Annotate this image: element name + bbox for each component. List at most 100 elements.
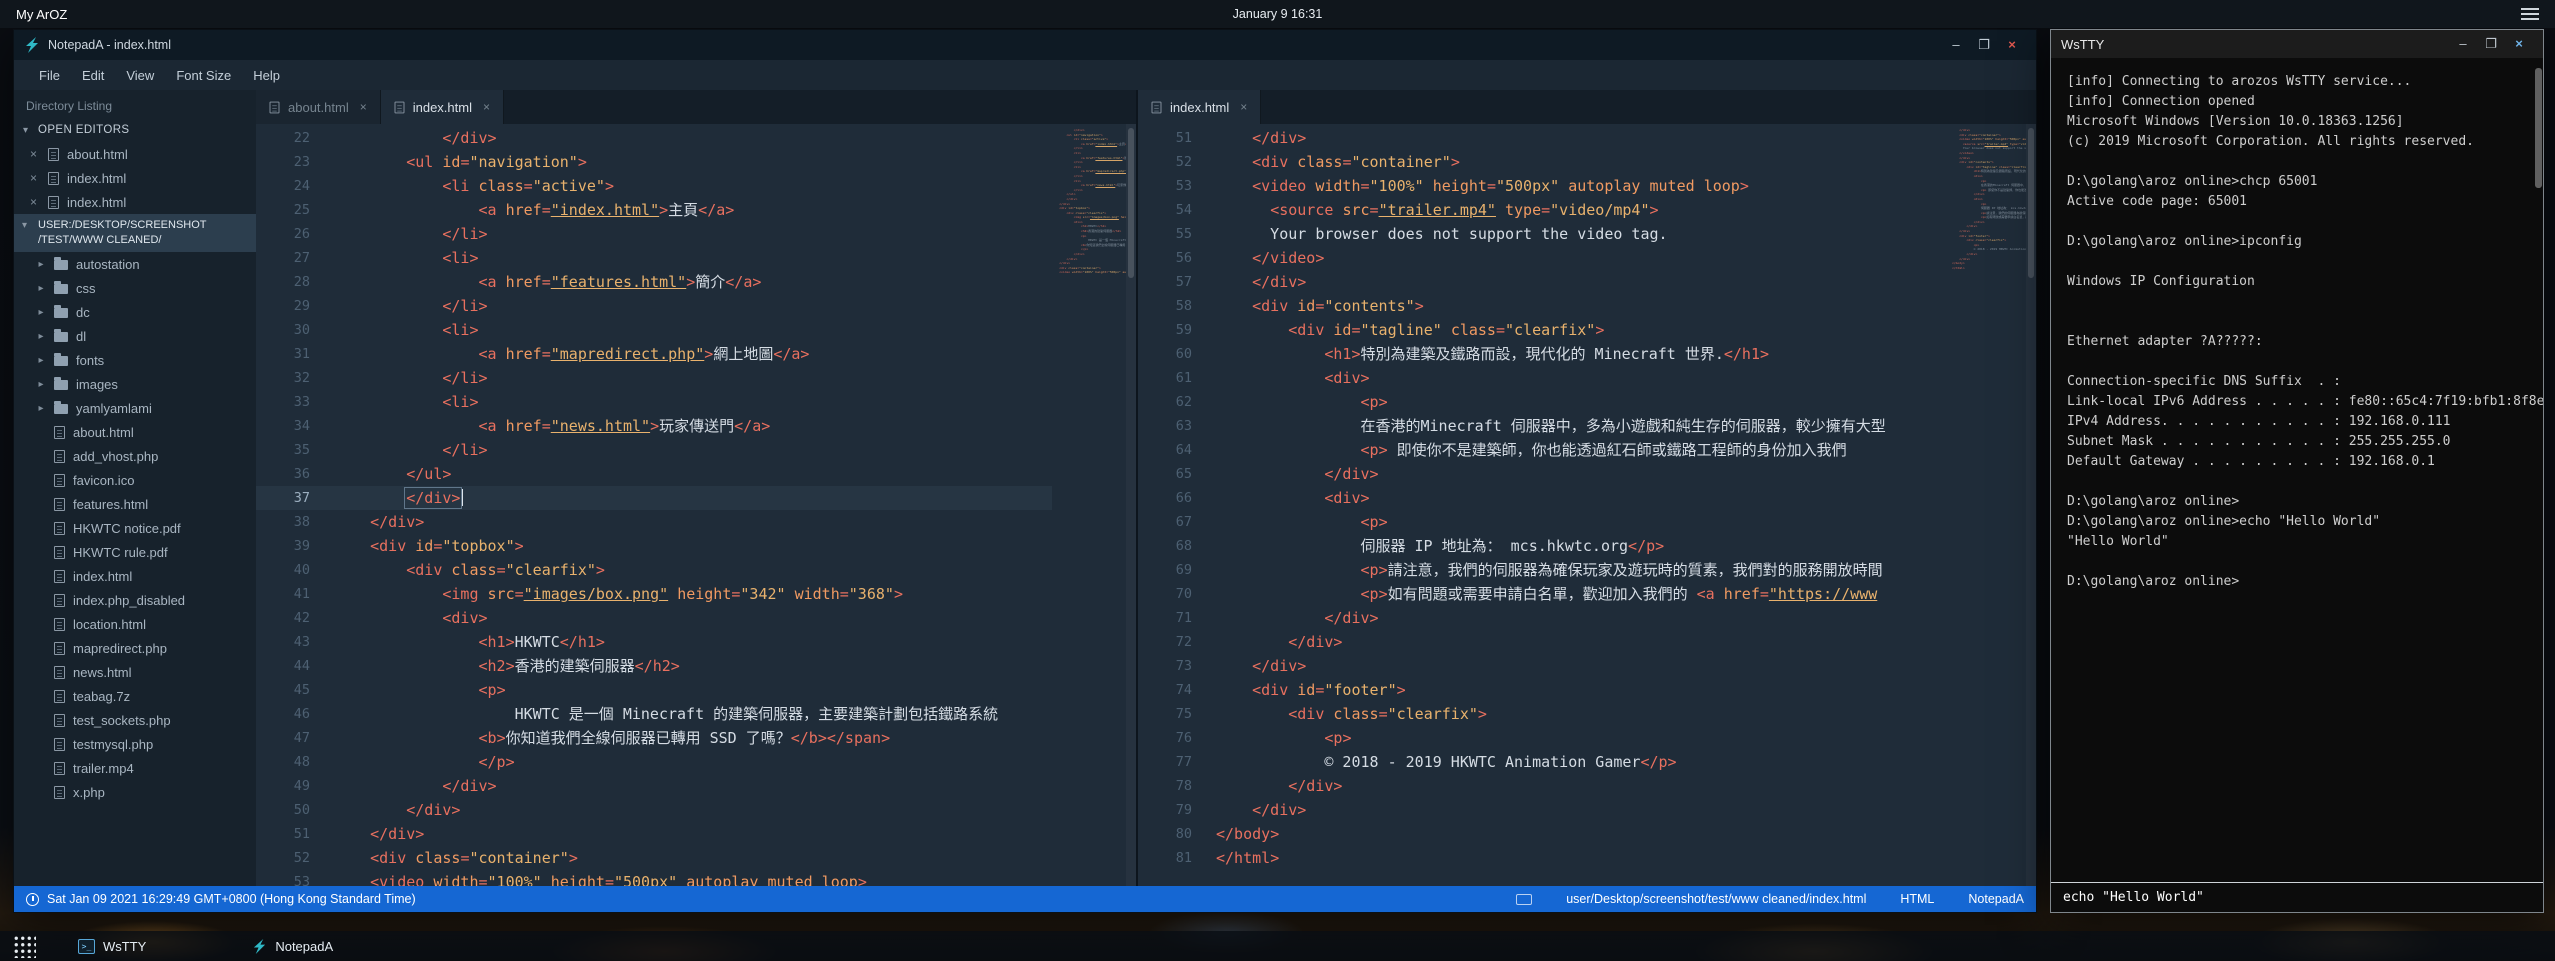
code-line-54[interactable]: 54 <source src="trailer.mp4" type="video… <box>1138 198 1952 222</box>
code-line-41[interactable]: 41 <img src="images/box.png" height="342… <box>256 582 1052 606</box>
code-line-53[interactable]: 53 <video width="100%" height="500px" au… <box>1138 174 1952 198</box>
code-line-63[interactable]: 63 在香港的Minecraft 伺服器中，多為小遊戲和純生存的伺服器，較少擁有… <box>1138 414 1952 438</box>
code-line-59[interactable]: 59 <div id="tagline" class="clearfix"> <box>1138 318 1952 342</box>
code-line-71[interactable]: 71 </div> <box>1138 606 1952 630</box>
code-line-81[interactable]: 81 </html> <box>1138 846 1952 870</box>
file-index.html[interactable]: index.html <box>14 564 256 588</box>
code-line-79[interactable]: 79 </div> <box>1138 798 1952 822</box>
tab-index.html[interactable]: index.html × <box>1138 90 1261 124</box>
open-editor-index.html[interactable]: × index.html <box>14 190 256 214</box>
code-line-44[interactable]: 44 <h2>香港的建築伺服器</h2> <box>256 654 1052 678</box>
maximize-icon[interactable]: ❐ <box>1970 30 1998 60</box>
tab-close-icon[interactable]: × <box>483 100 490 114</box>
code-line-62[interactable]: 62 <p> <box>1138 390 1952 414</box>
code-line-34[interactable]: 34 <a href="news.html">玩家傳送門</a> <box>256 414 1052 438</box>
maximize-icon[interactable]: ❐ <box>2477 30 2505 58</box>
code-line-73[interactable]: 73 </div> <box>1138 654 1952 678</box>
code-line-32[interactable]: 32 </li> <box>256 366 1052 390</box>
close-editor-icon[interactable]: × <box>30 196 40 208</box>
code-line-58[interactable]: 58 <div id="contents"> <box>1138 294 1952 318</box>
code-line-52[interactable]: 52 <div class="container"> <box>256 846 1052 870</box>
tab-index.html[interactable]: index.html × <box>381 90 504 124</box>
open-editors-header[interactable]: ▾ OPEN EDITORS <box>14 118 256 142</box>
close-icon[interactable]: × <box>1998 30 2026 60</box>
code-line-29[interactable]: 29 </li> <box>256 294 1052 318</box>
code-line-74[interactable]: 74 <div id="footer"> <box>1138 678 1952 702</box>
code-line-30[interactable]: 30 <li> <box>256 318 1052 342</box>
code-line-80[interactable]: 80 </body> <box>1138 822 1952 846</box>
code-line-31[interactable]: 31 <a href="mapredirect.php">網上地圖</a> <box>256 342 1052 366</box>
code-line-45[interactable]: 45 <p> <box>256 678 1052 702</box>
code-line-67[interactable]: 67 <p> <box>1138 510 1952 534</box>
hamburger-menu-icon[interactable] <box>2521 8 2539 20</box>
taskbar-item-wstty[interactable]: >_ WsTTY <box>78 939 146 954</box>
folder-dl[interactable]: ▸ dl <box>14 324 256 348</box>
status-filepath[interactable]: user/Desktop/screenshot/test/www cleaned… <box>1566 892 1866 906</box>
close-editor-icon[interactable]: × <box>30 148 40 160</box>
terminal-output[interactable]: [info] Connecting to arozos WsTTY servic… <box>2051 58 2543 882</box>
code-line-61[interactable]: 61 <div> <box>1138 366 1952 390</box>
code-line-51[interactable]: 51 </div> <box>1138 126 1952 150</box>
file-teabag.7z[interactable]: teabag.7z <box>14 684 256 708</box>
file-about.html[interactable]: about.html <box>14 420 256 444</box>
file-features.html[interactable]: features.html <box>14 492 256 516</box>
menu-view[interactable]: View <box>115 68 165 83</box>
code-line-75[interactable]: 75 <div class="clearfix"> <box>1138 702 1952 726</box>
code-line-76[interactable]: 76 <p> <box>1138 726 1952 750</box>
file-location.html[interactable]: location.html <box>14 612 256 636</box>
file-news.html[interactable]: news.html <box>14 660 256 684</box>
code-line-36[interactable]: 36 </ul> <box>256 462 1052 486</box>
tab-about.html[interactable]: about.html × <box>256 90 381 124</box>
open-editor-index.html[interactable]: × index.html <box>14 166 256 190</box>
code-line-28[interactable]: 28 <a href="features.html">簡介</a> <box>256 270 1052 294</box>
code-line-70[interactable]: 70 <p>如有問題或需要申請白名單，歡迎加入我們的 <a href="http… <box>1138 582 1952 606</box>
code-line-23[interactable]: 23 <ul id="navigation"> <box>256 150 1052 174</box>
code-line-38[interactable]: 38 </div> <box>256 510 1052 534</box>
code-line-65[interactable]: 65 </div> <box>1138 462 1952 486</box>
tab-close-icon[interactable]: × <box>360 100 367 114</box>
minimize-icon[interactable]: – <box>2449 30 2477 58</box>
minimize-icon[interactable]: – <box>1942 30 1970 60</box>
file-add_vhost.php[interactable]: add_vhost.php <box>14 444 256 468</box>
code-line-27[interactable]: 27 <li> <box>256 246 1052 270</box>
menu-edit[interactable]: Edit <box>71 68 115 83</box>
code-line-48[interactable]: 48 </p> <box>256 750 1052 774</box>
code-line-66[interactable]: 66 <div> <box>1138 486 1952 510</box>
code-editor-right[interactable]: 51 </div> 52 <div class="container"> 53 … <box>1138 124 1952 886</box>
file-test_sockets.php[interactable]: test_sockets.php <box>14 708 256 732</box>
file-HKWTC notice.pdf[interactable]: HKWTC notice.pdf <box>14 516 256 540</box>
terminal-scrollbar[interactable] <box>2535 68 2542 188</box>
code-line-26[interactable]: 26 </li> <box>256 222 1052 246</box>
minimap-right[interactable]: </div> <div class="container"> <video wi… <box>1952 124 2026 886</box>
folder-css[interactable]: ▸ css <box>14 276 256 300</box>
code-line-24[interactable]: 24 <li class="active"> <box>256 174 1052 198</box>
app-launcher-grid-icon[interactable] <box>12 934 36 958</box>
close-editor-icon[interactable]: × <box>30 172 40 184</box>
open-editor-about.html[interactable]: × about.html <box>14 142 256 166</box>
code-editor-left[interactable]: 22 </div> 23 <ul id="navigation"> 24 <li… <box>256 124 1052 886</box>
status-language-mode[interactable]: HTML <box>1900 892 1934 906</box>
code-line-68[interactable]: 68 伺服器 IP 地址為： mcs.hkwtc.org</p> <box>1138 534 1952 558</box>
file-trailer.mp4[interactable]: trailer.mp4 <box>14 756 256 780</box>
folder-autostation[interactable]: ▸ autostation <box>14 252 256 276</box>
code-line-50[interactable]: 50 </div> <box>256 798 1052 822</box>
folder-yamlyamlami[interactable]: ▸ yamlyamlami <box>14 396 256 420</box>
code-line-69[interactable]: 69 <p>請注意，我們的伺服器為確保玩家及遊玩時的質素，我們對的服務開放時間 <box>1138 558 1952 582</box>
code-line-51[interactable]: 51 </div> <box>256 822 1052 846</box>
code-line-33[interactable]: 33 <li> <box>256 390 1052 414</box>
wstty-titlebar[interactable]: WsTTY – ❐ × <box>2051 30 2543 58</box>
code-line-35[interactable]: 35 </li> <box>256 438 1052 462</box>
scrollbar-right[interactable] <box>2026 124 2036 886</box>
folder-fonts[interactable]: ▸ fonts <box>14 348 256 372</box>
code-line-78[interactable]: 78 </div> <box>1138 774 1952 798</box>
code-line-72[interactable]: 72 </div> <box>1138 630 1952 654</box>
close-icon[interactable]: × <box>2505 30 2533 58</box>
code-line-22[interactable]: 22 </div> <box>256 126 1052 150</box>
code-line-40[interactable]: 40 <div class="clearfix"> <box>256 558 1052 582</box>
code-line-25[interactable]: 25 <a href="index.html">主頁</a> <box>256 198 1052 222</box>
code-line-39[interactable]: 39 <div id="topbox"> <box>256 534 1052 558</box>
taskbar-item-notepada[interactable]: NotepadA <box>252 939 333 954</box>
notepad-titlebar[interactable]: NotepadA - index.html – ❐ × <box>14 30 2036 60</box>
folder-dc[interactable]: ▸ dc <box>14 300 256 324</box>
code-line-64[interactable]: 64 <p> 即使你不是建築師，你也能透過紅石師或鐵路工程師的身份加入我們 <box>1138 438 1952 462</box>
